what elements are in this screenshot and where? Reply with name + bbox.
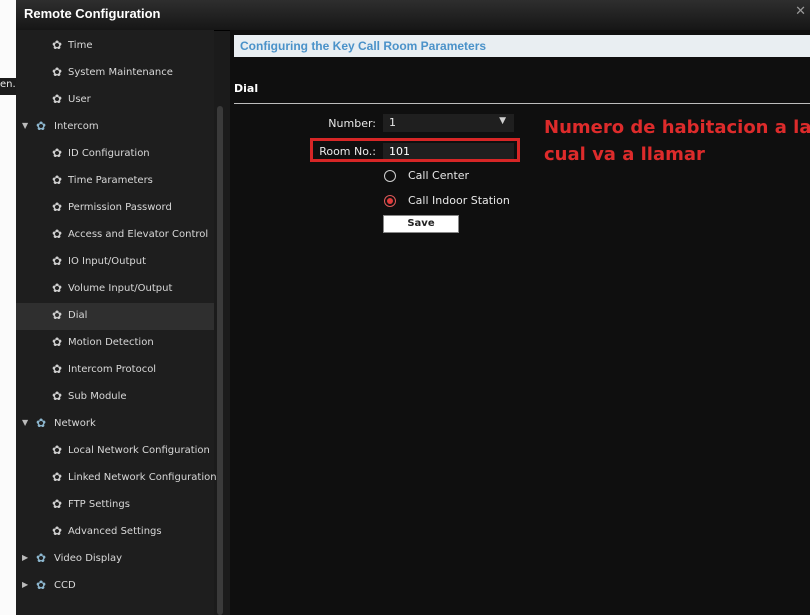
group-gear-icon: ✿ (36, 416, 47, 430)
sidebar-item-label: IO Input/Output (68, 256, 146, 267)
number-label: Number: (328, 117, 376, 130)
sidebar-item-motion-detection[interactable]: ✿ Motion Detection (16, 330, 214, 357)
sidebar-item-label: Local Network Configuration (68, 445, 210, 456)
gear-icon: ✿ (52, 497, 63, 511)
radio-unchecked-icon (384, 170, 396, 182)
sidebar-item-advanced-settings[interactable]: ✿ Advanced Settings (16, 519, 214, 546)
expand-arrow-icon[interactable]: ▼ (22, 121, 28, 130)
sidebar-item-ftp-settings[interactable]: ✿ FTP Settings (16, 492, 214, 519)
sidebar-item-label: Sub Module (68, 391, 127, 402)
save-button[interactable]: Save (383, 215, 459, 233)
number-select[interactable]: 1 ▼ (383, 114, 514, 132)
gear-icon: ✿ (52, 470, 63, 484)
radio-call-center-label: Call Center (408, 169, 470, 182)
gear-icon: ✿ (52, 281, 63, 295)
sidebar-item-label: Advanced Settings (68, 526, 162, 537)
section-divider (234, 103, 810, 104)
gear-icon: ✿ (52, 254, 63, 268)
window-title: Remote Configuration (24, 6, 161, 21)
page-title: Configuring the Key Call Room Parameters (240, 39, 487, 53)
sidebar-item-label: Volume Input/Output (68, 283, 173, 294)
sidebar-item-user[interactable]: ✿ User (16, 87, 214, 114)
close-icon[interactable]: ✕ (795, 4, 806, 19)
sidebar-scrollbar[interactable] (217, 106, 223, 615)
sidebar-item-video-display[interactable]: ▶ ✿ Video Display (16, 546, 214, 573)
gear-icon: ✿ (52, 173, 63, 187)
sidebar-item-system-maintenance[interactable]: ✿ System Maintenance (16, 60, 214, 87)
sidebar-item-label: Access and Elevator Control (68, 229, 209, 240)
sidebar-item-label: FTP Settings (68, 499, 130, 510)
sidebar-item-label: Dial (68, 310, 88, 321)
group-gear-icon: ✿ (36, 578, 47, 592)
collapse-arrow-icon[interactable]: ▶ (22, 553, 28, 562)
sidebar-item-id-configuration[interactable]: ✿ ID Configuration (16, 141, 214, 168)
sidebar-item-time[interactable]: ✿ Time (16, 33, 214, 60)
sidebar-item-linked-network-configuration[interactable]: ✿ Linked Network Configuration (16, 465, 217, 492)
expand-arrow-icon[interactable]: ▼ (22, 418, 28, 427)
sidebar-item-dial[interactable]: ✿ Dial (16, 303, 214, 330)
sidebar-item-access-and-elevator-control[interactable]: ✿ Access and Elevator Control (16, 222, 214, 249)
sidebar-item-local-network-configuration[interactable]: ✿ Local Network Configuration (16, 438, 214, 465)
panel-header: Configuring the Key Call Room Parameters (234, 35, 810, 57)
gear-icon: ✿ (52, 335, 63, 349)
gear-icon: ✿ (52, 146, 63, 160)
sidebar-item-label: Network (54, 418, 96, 429)
collapse-arrow-icon[interactable]: ▶ (22, 580, 28, 589)
gear-icon: ✿ (52, 227, 63, 241)
remote-configuration-window: Remote Configuration ✕ ✿ Time ✿ System Main… (16, 0, 810, 615)
sidebar-item-label: Time Parameters (68, 175, 153, 186)
radio-checked-icon (384, 195, 396, 207)
highlight-box (310, 138, 520, 162)
sidebar-item-label: ID Configuration (68, 148, 150, 159)
gear-icon: ✿ (52, 38, 63, 52)
sidebar-item-label: User (68, 94, 91, 105)
sidebar-item-time-parameters[interactable]: ✿ Time Parameters (16, 168, 214, 195)
sidebar-item-sub-module[interactable]: ✿ Sub Module (16, 384, 214, 411)
gear-icon: ✿ (52, 92, 63, 106)
number-value: 1 (389, 116, 396, 129)
sidebar-item-volume-input-output[interactable]: ✿ Volume Input/Output (16, 276, 214, 303)
section-title: Dial (234, 82, 259, 95)
gear-icon: ✿ (52, 308, 63, 322)
gear-icon: ✿ (52, 524, 63, 538)
group-gear-icon: ✿ (36, 551, 47, 565)
sidebar-item-label: Intercom (54, 121, 99, 132)
sidebar-item-network[interactable]: ▼ ✿ Network (16, 411, 214, 438)
sidebar-item-ccd[interactable]: ▶ ✿ CCD (16, 573, 214, 600)
chevron-down-icon: ▼ (499, 116, 506, 126)
sidebar-item-label: Linked Network Configuration (68, 472, 217, 483)
gear-icon: ✿ (52, 362, 63, 376)
config-tree: ✿ Time ✿ System Maintenance ✿ User ▼ ✿ Intercom ✿… (16, 30, 217, 615)
title-bar: Remote Configuration ✕ (16, 0, 810, 31)
sidebar-item-intercom[interactable]: ▼ ✿ Intercom (16, 114, 214, 141)
sidebar-item-io-input-output[interactable]: ✿ IO Input/Output (16, 249, 214, 276)
sidebar-item-intercom-protocol[interactable]: ✿ Intercom Protocol (16, 357, 214, 384)
sidebar-item-label: Motion Detection (68, 337, 154, 348)
group-gear-icon: ✿ (36, 119, 47, 133)
gear-icon: ✿ (52, 389, 63, 403)
sidebar-item-label: Time (68, 40, 93, 51)
gear-icon: ✿ (52, 443, 63, 457)
annotation-text: Numero de habitacion a la cual va a llam… (544, 117, 810, 165)
sidebar-item-label: Intercom Protocol (68, 364, 157, 375)
sidebar-item-label: Permission Password (68, 202, 172, 213)
sidebar-item-label: CCD (54, 580, 76, 591)
sidebar-item-label: Video Display (54, 553, 123, 564)
gear-icon: ✿ (52, 200, 63, 214)
gear-icon: ✿ (52, 65, 63, 79)
sidebar-item-permission-password[interactable]: ✿ Permission Password (16, 195, 214, 222)
radio-call-indoor-label: Call Indoor Station (408, 194, 510, 207)
sidebar-item-label: System Maintenance (68, 67, 173, 78)
